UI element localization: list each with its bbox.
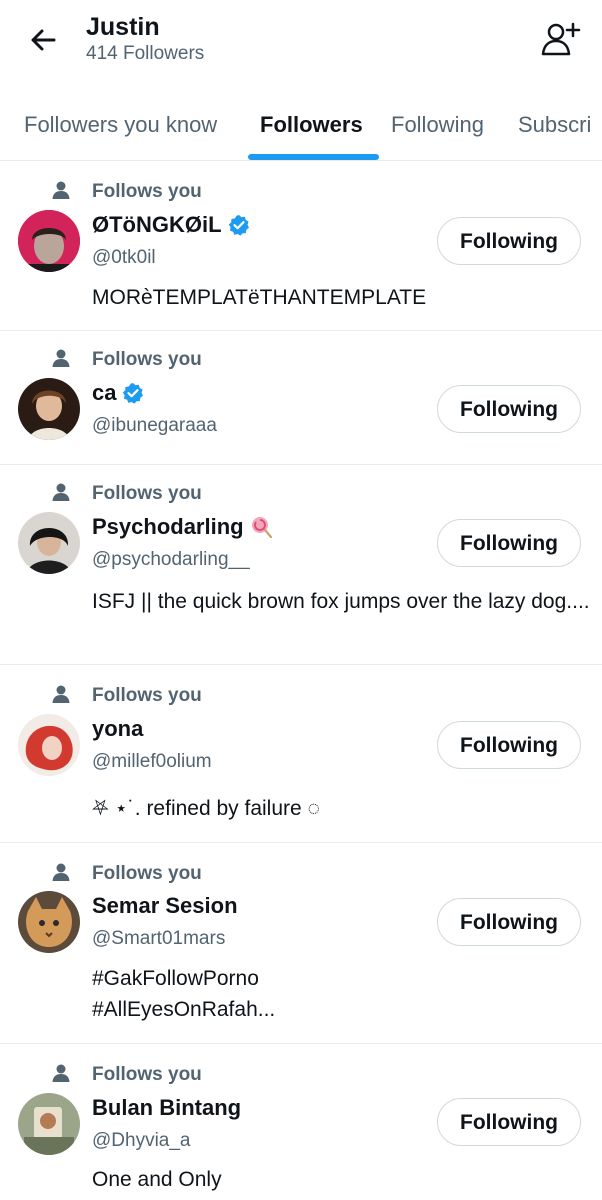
display-name[interactable]: Semar Sesion bbox=[92, 893, 238, 919]
page-title: Justin bbox=[86, 13, 160, 41]
user-handle: @ibunegaraaa bbox=[92, 415, 217, 436]
user-handle: @psychodarling__ bbox=[92, 549, 250, 570]
user-bio: #GakFollowPorno #AllEyesOnRafah... bbox=[92, 967, 276, 1021]
display-name-text: Bulan Bintang bbox=[92, 1095, 242, 1120]
display-name[interactable]: ca bbox=[92, 380, 144, 406]
arrow-left-icon bbox=[31, 29, 56, 51]
display-name[interactable]: Psychodarling bbox=[92, 514, 272, 540]
verified-badge-icon bbox=[228, 215, 249, 236]
display-name[interactable]: Bulan Bintang bbox=[92, 1095, 241, 1121]
follows-you-label: Follows you bbox=[92, 685, 202, 706]
user-bio: MORèTEMPLATëTHANTEMPLATE bbox=[92, 286, 427, 309]
person-icon bbox=[52, 1064, 70, 1082]
following-button[interactable]: Following bbox=[437, 217, 581, 265]
user-bio: ISFJ || the quick brown fox jumps over t… bbox=[92, 590, 590, 613]
avatar[interactable] bbox=[18, 891, 80, 953]
display-name-text: ca bbox=[92, 380, 117, 405]
followers-count: 414 Followers bbox=[86, 43, 205, 64]
user-handle: @millef0olium bbox=[92, 751, 212, 772]
following-button[interactable]: Following bbox=[437, 898, 581, 946]
tab-bar: Followers you know Followers Following S… bbox=[0, 96, 602, 161]
tab-followers-you-know[interactable]: Followers you know bbox=[24, 96, 217, 160]
person-icon bbox=[52, 483, 70, 501]
display-name[interactable]: yona bbox=[92, 716, 143, 742]
follows-you-label: Follows you bbox=[92, 1064, 202, 1085]
following-button[interactable]: Following bbox=[437, 519, 581, 567]
add-user-icon bbox=[541, 22, 581, 56]
add-user-button[interactable] bbox=[538, 18, 582, 62]
list-item[interactable]: Follows you yona @millef0olium ⛧ ⋆˙. ref… bbox=[0, 664, 602, 843]
user-handle: @Smart01mars bbox=[92, 928, 226, 949]
following-button[interactable]: Following bbox=[437, 385, 581, 433]
verified-badge-icon bbox=[123, 383, 144, 404]
avatar[interactable] bbox=[18, 714, 80, 776]
list-item[interactable]: Follows you Psychodarling @psychodarling… bbox=[0, 464, 602, 665]
header: Justin 414 Followers bbox=[0, 0, 602, 90]
follows-you-label: Follows you bbox=[92, 863, 202, 884]
user-bio: One and Only bbox=[92, 1168, 222, 1191]
display-name-text: ØTöNGKØiL bbox=[92, 212, 222, 237]
person-icon bbox=[52, 349, 70, 367]
user-handle: @Dhyvia_a bbox=[92, 1130, 191, 1151]
list-item[interactable]: Follows you Semar Sesion @Smart01mars #G… bbox=[0, 842, 602, 1044]
lollipop-icon bbox=[251, 517, 272, 538]
list-item[interactable]: Follows you Bulan Bintang @Dhyvia_a One … bbox=[0, 1043, 602, 1200]
tab-followers[interactable]: Followers bbox=[260, 96, 363, 160]
user-bio: ⛧ ⋆˙. refined by failure ◌ bbox=[92, 797, 321, 820]
person-icon bbox=[52, 863, 70, 881]
user-handle: @0tk0il bbox=[92, 247, 156, 268]
follows-you-label: Follows you bbox=[92, 483, 202, 504]
person-icon bbox=[52, 181, 70, 199]
back-button[interactable] bbox=[24, 20, 64, 60]
person-icon bbox=[52, 685, 70, 703]
display-name[interactable]: ØTöNGKØiL bbox=[92, 212, 250, 238]
tab-following[interactable]: Following bbox=[391, 96, 484, 160]
list-item[interactable]: Follows you ca @ibunegaraaa Following bbox=[0, 330, 602, 465]
avatar[interactable] bbox=[18, 210, 80, 272]
following-button[interactable]: Following bbox=[437, 1098, 581, 1146]
display-name-text: yona bbox=[92, 716, 144, 741]
display-name-text: Semar Sesion bbox=[92, 893, 238, 918]
list-item[interactable]: Follows you ØTöNGKØiL @0tk0il MORèTEMPLA… bbox=[0, 162, 602, 331]
avatar[interactable] bbox=[18, 512, 80, 574]
avatar[interactable] bbox=[18, 378, 80, 440]
display-name-text: Psychodarling bbox=[92, 514, 244, 539]
avatar[interactable] bbox=[18, 1093, 80, 1155]
active-tab-indicator bbox=[248, 154, 379, 160]
following-button[interactable]: Following bbox=[437, 721, 581, 769]
tab-subscriptions[interactable]: Subscri bbox=[518, 96, 591, 160]
follows-you-label: Follows you bbox=[92, 181, 202, 202]
follows-you-label: Follows you bbox=[92, 349, 202, 370]
